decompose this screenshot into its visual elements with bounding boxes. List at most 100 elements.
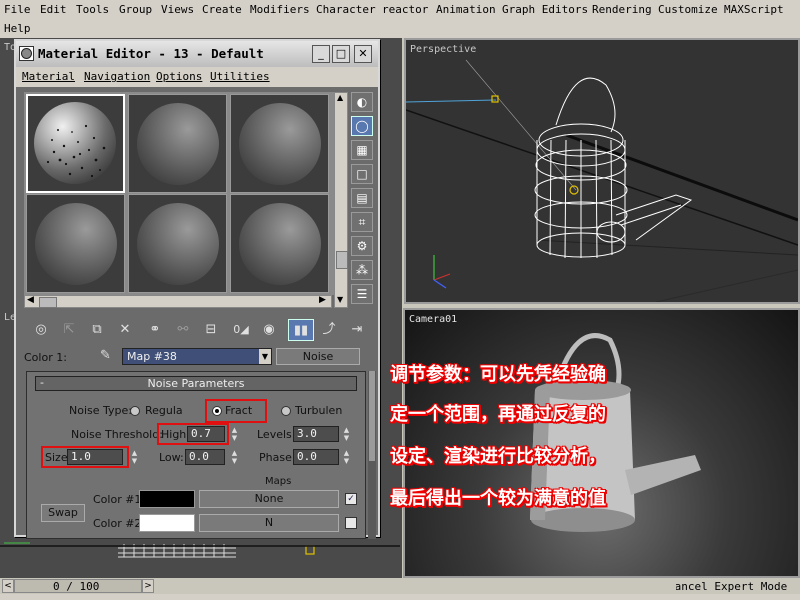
swap-button[interactable]: Swap xyxy=(41,504,85,522)
reset-map-icon[interactable]: ✕ xyxy=(112,319,138,341)
menu-modifiers[interactable]: Modifiers xyxy=(250,3,310,16)
minimize-button[interactable]: _ xyxy=(312,45,330,63)
assign-material-icon[interactable]: ⧉ xyxy=(84,319,110,341)
time-slider[interactable]: 0 / 100 xyxy=(14,579,142,593)
camera-viewport-label[interactable]: Camera01 xyxy=(409,314,457,325)
levels-spinner[interactable]: 3.0 xyxy=(293,426,339,442)
scroll-thumb[interactable] xyxy=(336,251,348,269)
radio-turbulence[interactable] xyxy=(281,406,291,416)
levels-label: Levels: xyxy=(257,428,296,441)
rollout-scroll-thumb[interactable] xyxy=(369,371,375,461)
scroll-right-icon[interactable]: ▶ xyxy=(319,295,326,305)
color1-map-button[interactable]: None xyxy=(199,490,339,508)
high-spinner-arrows[interactable]: ▲ ▼ xyxy=(230,426,239,442)
sample-slot-4[interactable] xyxy=(26,194,125,293)
material-editor-titlebar[interactable]: Material Editor - 13 - Default _ □ ✕ xyxy=(16,41,378,67)
menu-help[interactable]: Help xyxy=(4,22,31,35)
radio-fractal[interactable] xyxy=(212,406,222,416)
scroll-up-icon[interactable]: ▲ xyxy=(337,93,343,102)
scroll-left-icon[interactable]: ◀ xyxy=(27,295,34,305)
low-spinner[interactable]: 0.0 xyxy=(185,449,225,465)
sample-slot-6[interactable] xyxy=(230,194,329,293)
menu-maxscript[interactable]: MAXScript xyxy=(724,3,784,16)
menu-customize[interactable]: Customize xyxy=(658,3,718,16)
material-id-channel[interactable]: 0◢ xyxy=(228,319,254,341)
sample-type-icon[interactable]: ◐ xyxy=(351,92,373,112)
menu-file[interactable]: File xyxy=(4,3,31,16)
color1-swatch[interactable] xyxy=(139,490,195,508)
menu-rendering[interactable]: Rendering xyxy=(592,3,652,16)
sample-slots xyxy=(24,92,334,295)
sample-slot-1[interactable] xyxy=(26,94,125,193)
map-name-dropdown[interactable]: Map #38 ▼ xyxy=(122,348,272,365)
material-map-navigator-icon[interactable]: ☰ xyxy=(351,284,373,304)
close-button[interactable]: ✕ xyxy=(354,45,372,63)
radio-regular-label: Regula xyxy=(145,404,183,417)
chevron-down-icon[interactable]: ▼ xyxy=(259,349,271,364)
menu-create[interactable]: Create xyxy=(202,3,242,16)
options-icon[interactable]: ⚙ xyxy=(351,236,373,256)
menu-material[interactable]: Material xyxy=(22,70,75,83)
menu-character[interactable]: Character xyxy=(316,3,376,16)
sample-slot-3[interactable] xyxy=(230,94,329,193)
time-slider-left-arrow[interactable]: < xyxy=(2,579,14,593)
get-material-icon[interactable]: ◎ xyxy=(28,319,54,341)
phase-spinner[interactable]: 0.0 xyxy=(293,449,339,465)
go-forward-to-sibling-icon[interactable]: ⇥ xyxy=(344,319,370,341)
color2-map-button[interactable]: N xyxy=(199,514,339,532)
menu-utilities[interactable]: Utilities xyxy=(210,70,270,83)
map-name-value: Map #38 xyxy=(127,350,177,363)
select-by-material-icon[interactable]: ⁂ xyxy=(351,260,373,280)
menu-options[interactable]: Options xyxy=(156,70,202,83)
scroll-thumb[interactable] xyxy=(39,297,57,308)
menu-views[interactable]: Views xyxy=(161,3,194,16)
background-checker-icon[interactable]: ▦ xyxy=(351,140,373,160)
make-unique-icon[interactable]: ⚯ xyxy=(170,319,196,341)
color2-swatch[interactable] xyxy=(139,514,195,532)
sample-uv-tiling-icon[interactable]: □ xyxy=(351,164,373,184)
make-material-copy-icon[interactable]: ⚭ xyxy=(142,319,168,341)
sample-slots-horizontal-scrollbar[interactable]: ◀ ▶ xyxy=(24,295,332,308)
color1-map-checkbox[interactable]: ✓ xyxy=(345,493,357,505)
annotation-line-1: 调节参数：可以先凭经验确 xyxy=(390,364,606,385)
put-material-to-scene-icon[interactable]: ⇱ xyxy=(56,319,82,341)
menu-tools[interactable]: Tools xyxy=(76,3,109,16)
menu-navigation[interactable]: Navigation xyxy=(84,70,150,83)
expert-mode-area[interactable]: Cancel Expert Mode xyxy=(676,578,800,594)
expert-mode-text: Cancel Expert Mode xyxy=(676,580,788,593)
time-slider-right-arrow[interactable]: > xyxy=(142,579,154,593)
menu-animation[interactable]: Animation xyxy=(436,3,496,16)
maximize-button[interactable]: □ xyxy=(332,45,350,63)
backlight-icon[interactable]: ◯ xyxy=(351,116,373,136)
perspective-viewport[interactable]: Perspective xyxy=(404,38,800,304)
eyedropper-icon[interactable]: ✎ xyxy=(100,348,111,363)
menu-graph-editors[interactable]: Graph Editors xyxy=(502,3,588,16)
phase-spinner-arrows[interactable]: ▲ ▼ xyxy=(342,449,351,465)
radio-regular[interactable] xyxy=(130,406,140,416)
map-type-button[interactable]: Noise xyxy=(276,348,360,365)
rollout-scrollbar[interactable] xyxy=(368,371,376,539)
size-spinner-arrows[interactable]: ▲ ▼ xyxy=(130,449,139,465)
show-map-in-viewport-icon[interactable]: ◉ xyxy=(256,319,282,341)
scroll-down-icon[interactable]: ▼ xyxy=(337,295,343,304)
menu-reactor[interactable]: reactor xyxy=(382,3,428,16)
go-to-parent-icon[interactable]: ⤴ xyxy=(316,319,342,341)
low-spinner-arrows[interactable]: ▲ ▼ xyxy=(230,449,239,465)
make-preview-icon[interactable]: ⌗ xyxy=(351,212,373,232)
menu-group[interactable]: Group xyxy=(119,3,152,16)
trackbar[interactable] xyxy=(0,594,800,600)
high-spinner[interactable]: 0.7 xyxy=(187,426,225,442)
color2-map-checkbox[interactable] xyxy=(345,517,357,529)
watering-can-wireframe xyxy=(406,59,798,302)
noise-speckle-overlay xyxy=(46,124,106,178)
levels-spinner-arrows[interactable]: ▲ ▼ xyxy=(342,426,351,442)
sample-slot-5[interactable] xyxy=(128,194,227,293)
video-color-check-icon[interactable]: ▤ xyxy=(351,188,373,208)
put-to-library-icon[interactable]: ⊟ xyxy=(198,319,224,341)
sample-slots-vertical-scrollbar[interactable]: ▲ ▼ xyxy=(334,92,348,308)
sample-slot-2[interactable] xyxy=(128,94,227,193)
show-end-result-icon[interactable]: ▮▮ xyxy=(288,319,314,341)
size-spinner[interactable]: 1.0 xyxy=(67,449,123,465)
rollout-header[interactable]: - Noise Parameters xyxy=(35,376,357,391)
menu-edit[interactable]: Edit xyxy=(40,3,67,16)
